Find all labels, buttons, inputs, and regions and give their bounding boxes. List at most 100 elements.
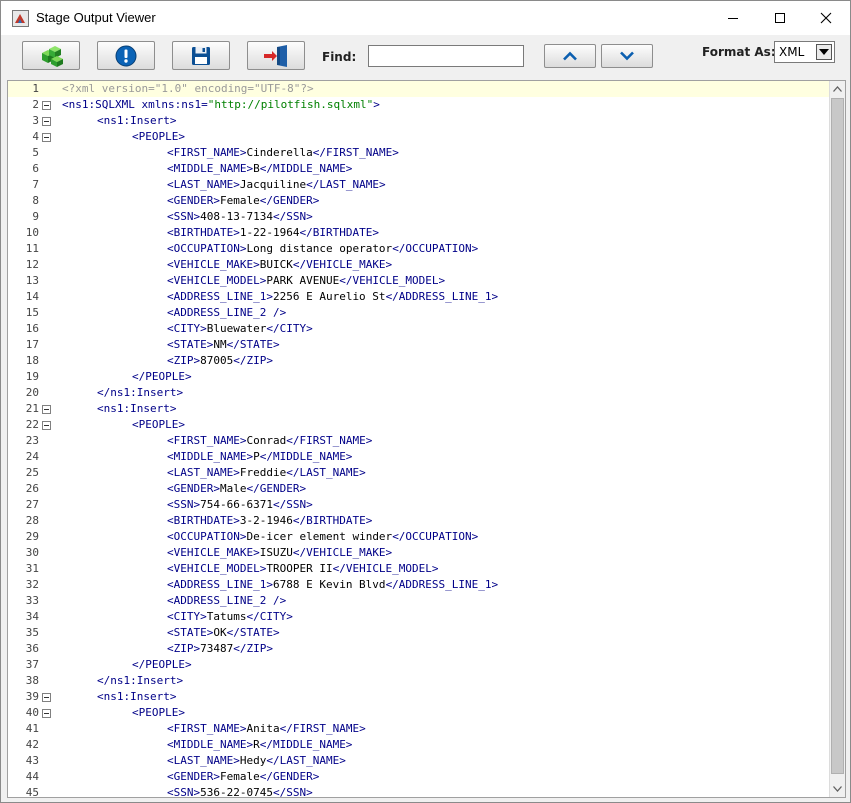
xml-tag: </PEOPLE> [132, 658, 192, 671]
code-text: <ZIP>87005</ZIP> [167, 353, 273, 369]
code-line: 4 <PEOPLE> [8, 129, 830, 145]
element-value: 1-22-1964 [239, 226, 300, 239]
dropdown-arrow-icon[interactable] [816, 44, 832, 60]
xml-tag: <ns1:Insert> [97, 690, 177, 703]
fold-toggle-icon[interactable] [42, 133, 51, 142]
code-text: <PEOPLE> [132, 417, 185, 433]
fold-toggle-icon[interactable] [42, 405, 51, 414]
save-button[interactable] [172, 41, 230, 70]
xml-tag: <SSN> [167, 498, 201, 511]
element-value: Long distance operator [246, 242, 393, 255]
line-number: 4 [32, 130, 39, 143]
green-cubes-icon [42, 45, 63, 67]
xml-tag: </FIRST_NAME> [286, 434, 373, 447]
fold-toggle-icon[interactable] [42, 421, 51, 430]
xml-tag: </OCCUPATION> [392, 242, 479, 255]
find-next-button[interactable] [601, 44, 653, 68]
code-text: <GENDER>Male</GENDER> [167, 481, 306, 497]
find-input[interactable] [368, 45, 524, 67]
code-text: <FIRST_NAME>Cinderella</FIRST_NAME> [167, 145, 399, 161]
xml-tag: <FIRST_NAME> [167, 434, 247, 447]
code-text: <ns1:Insert> [97, 113, 176, 129]
xml-tag: <BIRTHDATE> [167, 226, 240, 239]
xml-tag: </LAST_NAME> [266, 754, 346, 767]
xml-tag: <OCCUPATION> [167, 242, 247, 255]
element-value: R [253, 738, 260, 751]
line-number: 17 [25, 338, 39, 351]
element-value: ISUZU [259, 546, 293, 559]
exit-button[interactable] [247, 41, 305, 70]
xml-tag: <SSN> [167, 786, 201, 798]
code-text: </PEOPLE> [132, 657, 192, 673]
code-line: 39 <ns1:Insert> [8, 689, 830, 705]
xml-tag: <STATE> [167, 338, 214, 351]
code-line: 41 <FIRST_NAME>Anita</FIRST_NAME> [8, 721, 830, 737]
code-text: <ADDRESS_LINE_1>6788 E Kevin Blvd</ADDRE… [167, 577, 498, 593]
element-value: 536-22-0745 [200, 786, 273, 798]
xml-tag: <ZIP> [167, 642, 201, 655]
xml-tag: <VEHICLE_MODEL> [167, 274, 267, 287]
xml-tag: <FIRST_NAME> [167, 722, 247, 735]
code-text: <SSN>408-13-7134</SSN> [167, 209, 313, 225]
code-text: <ADDRESS_LINE_2 /> [167, 593, 286, 609]
code-line: 28 <BIRTHDATE>3-2-1946</BIRTHDATE> [8, 513, 830, 529]
element-value: BUICK [259, 258, 293, 271]
code-line: 16 <CITY>Bluewater</CITY> [8, 321, 830, 337]
xml-editor[interactable]: 1 <?xml version="1.0" encoding="UTF-8"?> 2… [7, 80, 846, 798]
code-line: 3 <ns1:Insert> [8, 113, 830, 129]
code-text: <GENDER>Female</GENDER> [167, 193, 319, 209]
element-value: Bluewater [206, 322, 267, 335]
line-number: 41 [25, 722, 39, 735]
code-line: 23 <FIRST_NAME>Conrad</FIRST_NAME> [8, 433, 830, 449]
fold-toggle-icon[interactable] [42, 693, 51, 702]
scroll-up-arrow-icon[interactable] [830, 81, 845, 97]
line-number: 45 [25, 786, 39, 798]
xml-tag: <FIRST_NAME> [167, 146, 247, 159]
xml-tag: <VEHICLE_MAKE> [167, 546, 260, 559]
line-number: 24 [25, 450, 39, 463]
maximize-button[interactable] [757, 1, 803, 35]
minimize-button[interactable] [710, 1, 756, 35]
element-value: Cinderella [246, 146, 313, 159]
xml-tag: </STATE> [226, 626, 280, 639]
code-text: <FIRST_NAME>Conrad</FIRST_NAME> [167, 433, 372, 449]
code-text: <VEHICLE_MODEL>PARK AVENUE</VEHICLE_MODE… [167, 273, 445, 289]
code-text: <BIRTHDATE>3-2-1946</BIRTHDATE> [167, 513, 372, 529]
refresh-button[interactable] [22, 41, 80, 70]
line-number: 6 [32, 162, 39, 175]
code-text: <ns1:SQLXML xmlns:ns1="http://pilotfish.… [62, 97, 380, 113]
format-as-select[interactable]: XML [774, 41, 835, 63]
code-line: 15 <ADDRESS_LINE_2 /> [8, 305, 830, 321]
fold-toggle-icon[interactable] [42, 117, 51, 126]
xml-tag: <OCCUPATION> [167, 530, 247, 543]
fold-toggle-icon[interactable] [42, 709, 51, 718]
xml-tag: <GENDER> [167, 770, 220, 783]
find-previous-button[interactable] [544, 44, 596, 68]
code-line: 27 <SSN>754-66-6371</SSN> [8, 497, 830, 513]
close-button[interactable] [803, 1, 849, 35]
line-number: 10 [25, 226, 39, 239]
code-text: <ZIP>73487</ZIP> [167, 641, 273, 657]
element-value: P [253, 450, 260, 463]
xml-tag: </MIDDLE_NAME> [259, 738, 353, 751]
line-number: 12 [25, 258, 39, 271]
element-value: NM [213, 338, 227, 351]
code-text: <OCCUPATION>Long distance operator</OCCU… [167, 241, 478, 257]
code-text: </ns1:Insert> [97, 385, 183, 401]
fold-toggle-icon[interactable] [42, 101, 51, 110]
code-line: 20 </ns1:Insert> [8, 385, 830, 401]
xml-tag: <ns1:Insert> [97, 402, 177, 415]
scroll-down-arrow-icon[interactable] [830, 781, 845, 797]
scrollbar-thumb[interactable] [831, 98, 844, 774]
xml-tag: </VEHICLE_MAKE> [292, 546, 393, 559]
code-line: 40 <PEOPLE> [8, 705, 830, 721]
xml-tag: <MIDDLE_NAME> [167, 162, 254, 175]
xml-tag: </VEHICLE_MODEL> [332, 562, 439, 575]
xml-tag: </BIRTHDATE> [299, 226, 379, 239]
info-button[interactable] [97, 41, 155, 70]
xml-tag: <GENDER> [167, 482, 220, 495]
code-text: <ns1:Insert> [97, 401, 176, 417]
vertical-scrollbar[interactable] [829, 81, 845, 797]
line-number: 31 [25, 562, 39, 575]
line-number: 32 [25, 578, 39, 591]
